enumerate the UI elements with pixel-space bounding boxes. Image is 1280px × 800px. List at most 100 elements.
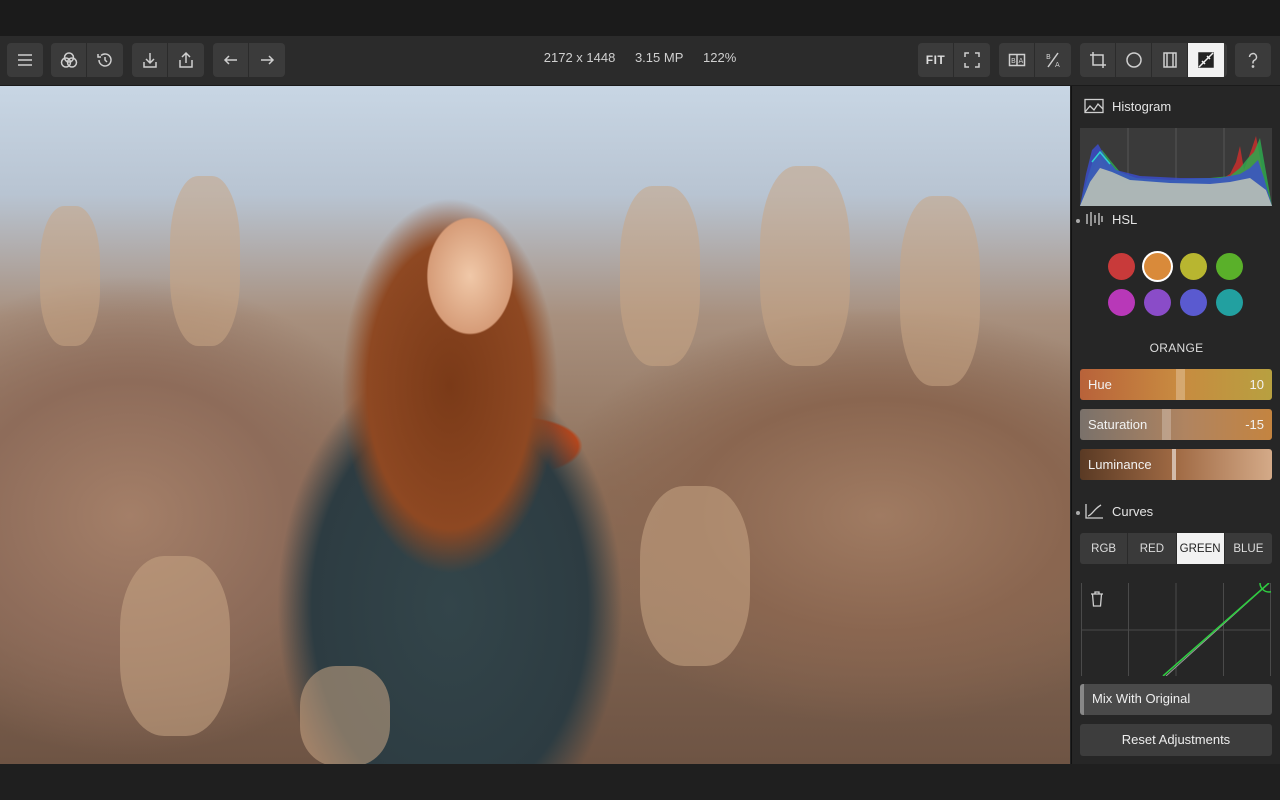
histogram-graph — [1080, 128, 1272, 206]
saturation-slider-knob[interactable] — [1162, 409, 1171, 440]
curve-graph[interactable] — [1081, 573, 1279, 677]
curve-control-point[interactable] — [1259, 573, 1279, 593]
frame-icon — [1162, 52, 1177, 68]
redo-icon — [261, 55, 275, 65]
help-group — [1235, 43, 1271, 77]
hsl-icon — [1086, 212, 1103, 226]
undo-button[interactable] — [213, 43, 249, 77]
histogram-chart — [1080, 128, 1272, 206]
curves-title: Curves — [1112, 503, 1154, 519]
histogram-header: Histogram — [1084, 98, 1171, 114]
hsl-color-swatch[interactable] — [1216, 289, 1243, 316]
share-icon — [179, 51, 193, 68]
luminance-slider-knob[interactable] — [1172, 449, 1176, 480]
fit-button[interactable]: FIT — [918, 43, 954, 77]
vignette-button[interactable] — [1116, 43, 1152, 77]
hsl-color-swatch[interactable] — [1180, 289, 1207, 316]
hue-label: Hue — [1088, 377, 1112, 392]
tab-blue[interactable]: BLUE — [1225, 533, 1272, 564]
hue-slider-knob[interactable] — [1176, 369, 1185, 400]
help-button[interactable] — [1235, 43, 1271, 77]
question-icon — [1248, 52, 1258, 68]
hue-slider[interactable]: Hue 10 — [1080, 369, 1272, 400]
tab-red[interactable]: RED — [1128, 533, 1177, 564]
curve-editor[interactable] — [1081, 573, 1279, 677]
import-button[interactable] — [132, 43, 168, 77]
circle-icon — [1125, 52, 1142, 68]
section-indicator — [1076, 219, 1080, 223]
compare-group: BA BA — [999, 43, 1071, 77]
share-button[interactable] — [168, 43, 204, 77]
saturation-label: Saturation — [1088, 417, 1148, 432]
fit-label: FIT — [925, 53, 946, 67]
before-after-button[interactable]: BA — [999, 43, 1035, 77]
reed-plume — [300, 666, 390, 764]
fullscreen-icon — [964, 52, 980, 68]
luminance-label: Luminance — [1088, 457, 1152, 472]
menu-group — [7, 43, 43, 77]
curve-channel-tabs: RGB RED GREEN BLUE — [1080, 533, 1272, 564]
hsl-header: HSL — [1084, 211, 1137, 227]
undo-redo-group — [213, 43, 285, 77]
hsl-color-swatch[interactable] — [1108, 289, 1135, 316]
title-bar — [0, 0, 1280, 36]
svg-text:B: B — [1011, 57, 1016, 65]
tab-rgb[interactable]: RGB — [1080, 533, 1129, 564]
svg-text:A: A — [1018, 57, 1023, 65]
saturation-slider[interactable]: Saturation -15 — [1080, 409, 1272, 440]
mix-with-original-slider[interactable]: Mix With Original — [1080, 684, 1272, 715]
hsl-color-swatch[interactable] — [1144, 253, 1171, 280]
hsl-title: HSL — [1112, 211, 1138, 227]
adjustments-panel: Histogram HSL ORANGE Hue 10 Saturation -… — [1071, 86, 1280, 764]
histogram-icon — [1084, 98, 1104, 114]
split-compare-icon: BA — [1046, 52, 1060, 69]
undo-icon — [223, 55, 237, 65]
saturation-value: -15 — [1245, 417, 1264, 432]
hsl-color-swatch[interactable] — [1180, 253, 1207, 280]
view-group: FIT — [918, 43, 990, 77]
hsl-color-swatch[interactable] — [1108, 253, 1135, 280]
filters-icon — [60, 52, 77, 68]
hsl-color-swatch[interactable] — [1144, 289, 1171, 316]
toolbar: FIT BA BA — [0, 36, 1280, 86]
mix-label: Mix With Original — [1092, 691, 1191, 706]
file-group — [132, 43, 204, 77]
hsl-color-swatch[interactable] — [1216, 253, 1243, 280]
history-icon — [97, 53, 112, 67]
reed-plume — [640, 486, 750, 666]
adjustments-icon — [1198, 52, 1214, 68]
hamburger-icon — [18, 54, 32, 66]
redo-button[interactable] — [249, 43, 285, 77]
reed-plume — [760, 166, 850, 366]
menu-button[interactable] — [7, 43, 43, 77]
reed-plume — [900, 196, 980, 386]
bottom-bar — [0, 764, 1280, 800]
border-button[interactable] — [1152, 43, 1188, 77]
reset-adjustments-button[interactable]: Reset Adjustments — [1080, 724, 1272, 756]
histogram-title: Histogram — [1112, 98, 1172, 114]
luminance-slider[interactable]: Luminance — [1080, 449, 1272, 480]
fullscreen-button[interactable] — [954, 43, 990, 77]
crop-button[interactable] — [1080, 43, 1116, 77]
curves-header: Curves — [1084, 503, 1153, 519]
section-indicator — [1076, 511, 1080, 515]
download-icon — [142, 53, 157, 68]
crop-icon — [1089, 52, 1106, 68]
filters-button[interactable] — [51, 43, 87, 77]
reed-plume — [620, 186, 700, 366]
hue-value: 10 — [1249, 377, 1264, 392]
adjustments-button[interactable] — [1188, 43, 1224, 77]
reed-plume — [170, 176, 240, 346]
history-button[interactable] — [87, 43, 123, 77]
svg-text:A: A — [1055, 61, 1060, 69]
svg-text:B: B — [1046, 53, 1051, 61]
reed-plume — [40, 206, 100, 346]
trash-icon[interactable] — [1087, 589, 1107, 609]
before-after-icon: BA — [1008, 53, 1025, 67]
filters-history-group — [51, 43, 123, 77]
split-compare-button[interactable]: BA — [1035, 43, 1071, 77]
tab-green[interactable]: GREEN — [1176, 533, 1225, 564]
photo-canvas[interactable] — [0, 86, 1070, 764]
reed-plume — [120, 556, 230, 736]
tools-group — [1080, 43, 1227, 77]
